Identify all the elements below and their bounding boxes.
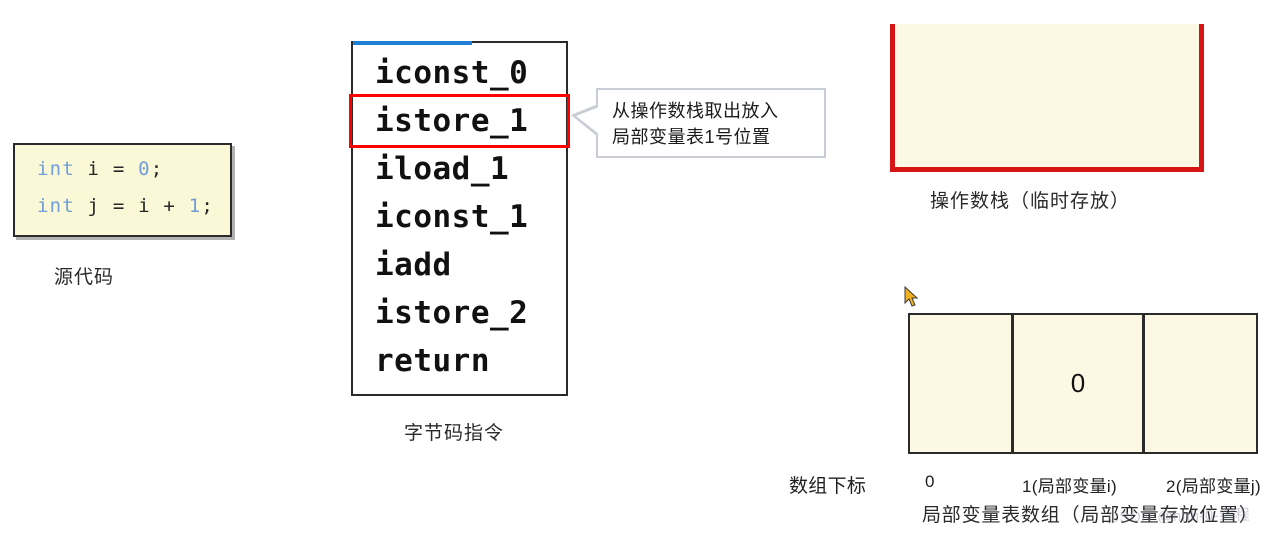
mouse-cursor-icon (904, 286, 919, 307)
bytecode-caption: 字节码指令 (404, 423, 505, 444)
local-variable-table-array: 0 (908, 313, 1258, 454)
source-code-number: 0 (138, 158, 151, 180)
bytecode-instruction-box: iconst_0 istore_1 iload_1 iconst_1 iadd istor… (349, 41, 570, 396)
source-code-keyword: int (37, 158, 75, 180)
source-code-keyword: int (37, 195, 75, 217)
bytecode-instruction-iadd[interactable]: iadd (353, 241, 566, 289)
operand-stack-box (890, 24, 1204, 172)
callout-tail-inner-icon (576, 107, 599, 134)
source-code-text: j = i + (74, 195, 189, 217)
source-code-caption: 源代码 (54, 267, 115, 288)
array-index-label-1: 1(局部变量i) (1022, 477, 1117, 496)
watermark-text: CSDN @hhh-0-编程 (1107, 506, 1251, 527)
array-index-title: 数组下标 (789, 476, 867, 497)
bytecode-instruction-iconst_0[interactable]: iconst_0 (353, 49, 566, 97)
bytecode-instruction-istore_1[interactable]: istore_1 (349, 94, 570, 148)
instruction-callout: 从操作数栈取出放入 局部变量表1号位置 (571, 88, 826, 158)
local-variable-cell-2 (1145, 315, 1253, 452)
source-code-semicolon: ; (150, 158, 164, 180)
operand-stack-caption: 操作数栈（临时存放） (930, 191, 1131, 212)
source-code-box: int i = 0; int j = i + 1; (13, 143, 232, 237)
source-code-semicolon: ; (201, 195, 214, 217)
array-index-label-2: 2(局部变量j) (1166, 477, 1261, 496)
bytecode-instruction-istore_2[interactable]: istore_2 (353, 289, 566, 337)
callout-line-2: 局部变量表1号位置 (612, 127, 771, 147)
bytecode-instruction-iconst_1[interactable]: iconst_1 (353, 193, 566, 241)
callout-line-1: 从操作数栈取出放入 (612, 101, 779, 121)
local-variable-cell-1: 0 (1014, 315, 1145, 452)
source-code-line-1: int i = 0; (37, 158, 163, 180)
bytecode-instruction-return[interactable]: return (353, 337, 566, 385)
source-code-number: 1 (188, 195, 202, 217)
source-code-text: i = (74, 158, 139, 180)
bytecode-instruction-iload_1[interactable]: iload_1 (353, 145, 566, 193)
diagram-canvas: int i = 0; int j = i + 1; 源代码 iconst_0 is… (0, 0, 1280, 534)
source-code-line-2: int j = i + 1; (37, 195, 214, 217)
array-index-label-0: 0 (925, 472, 935, 491)
local-variable-cell-0 (910, 315, 1014, 452)
bytecode-instruction-list: iconst_0 istore_1 iload_1 iconst_1 iadd istor… (349, 43, 570, 385)
